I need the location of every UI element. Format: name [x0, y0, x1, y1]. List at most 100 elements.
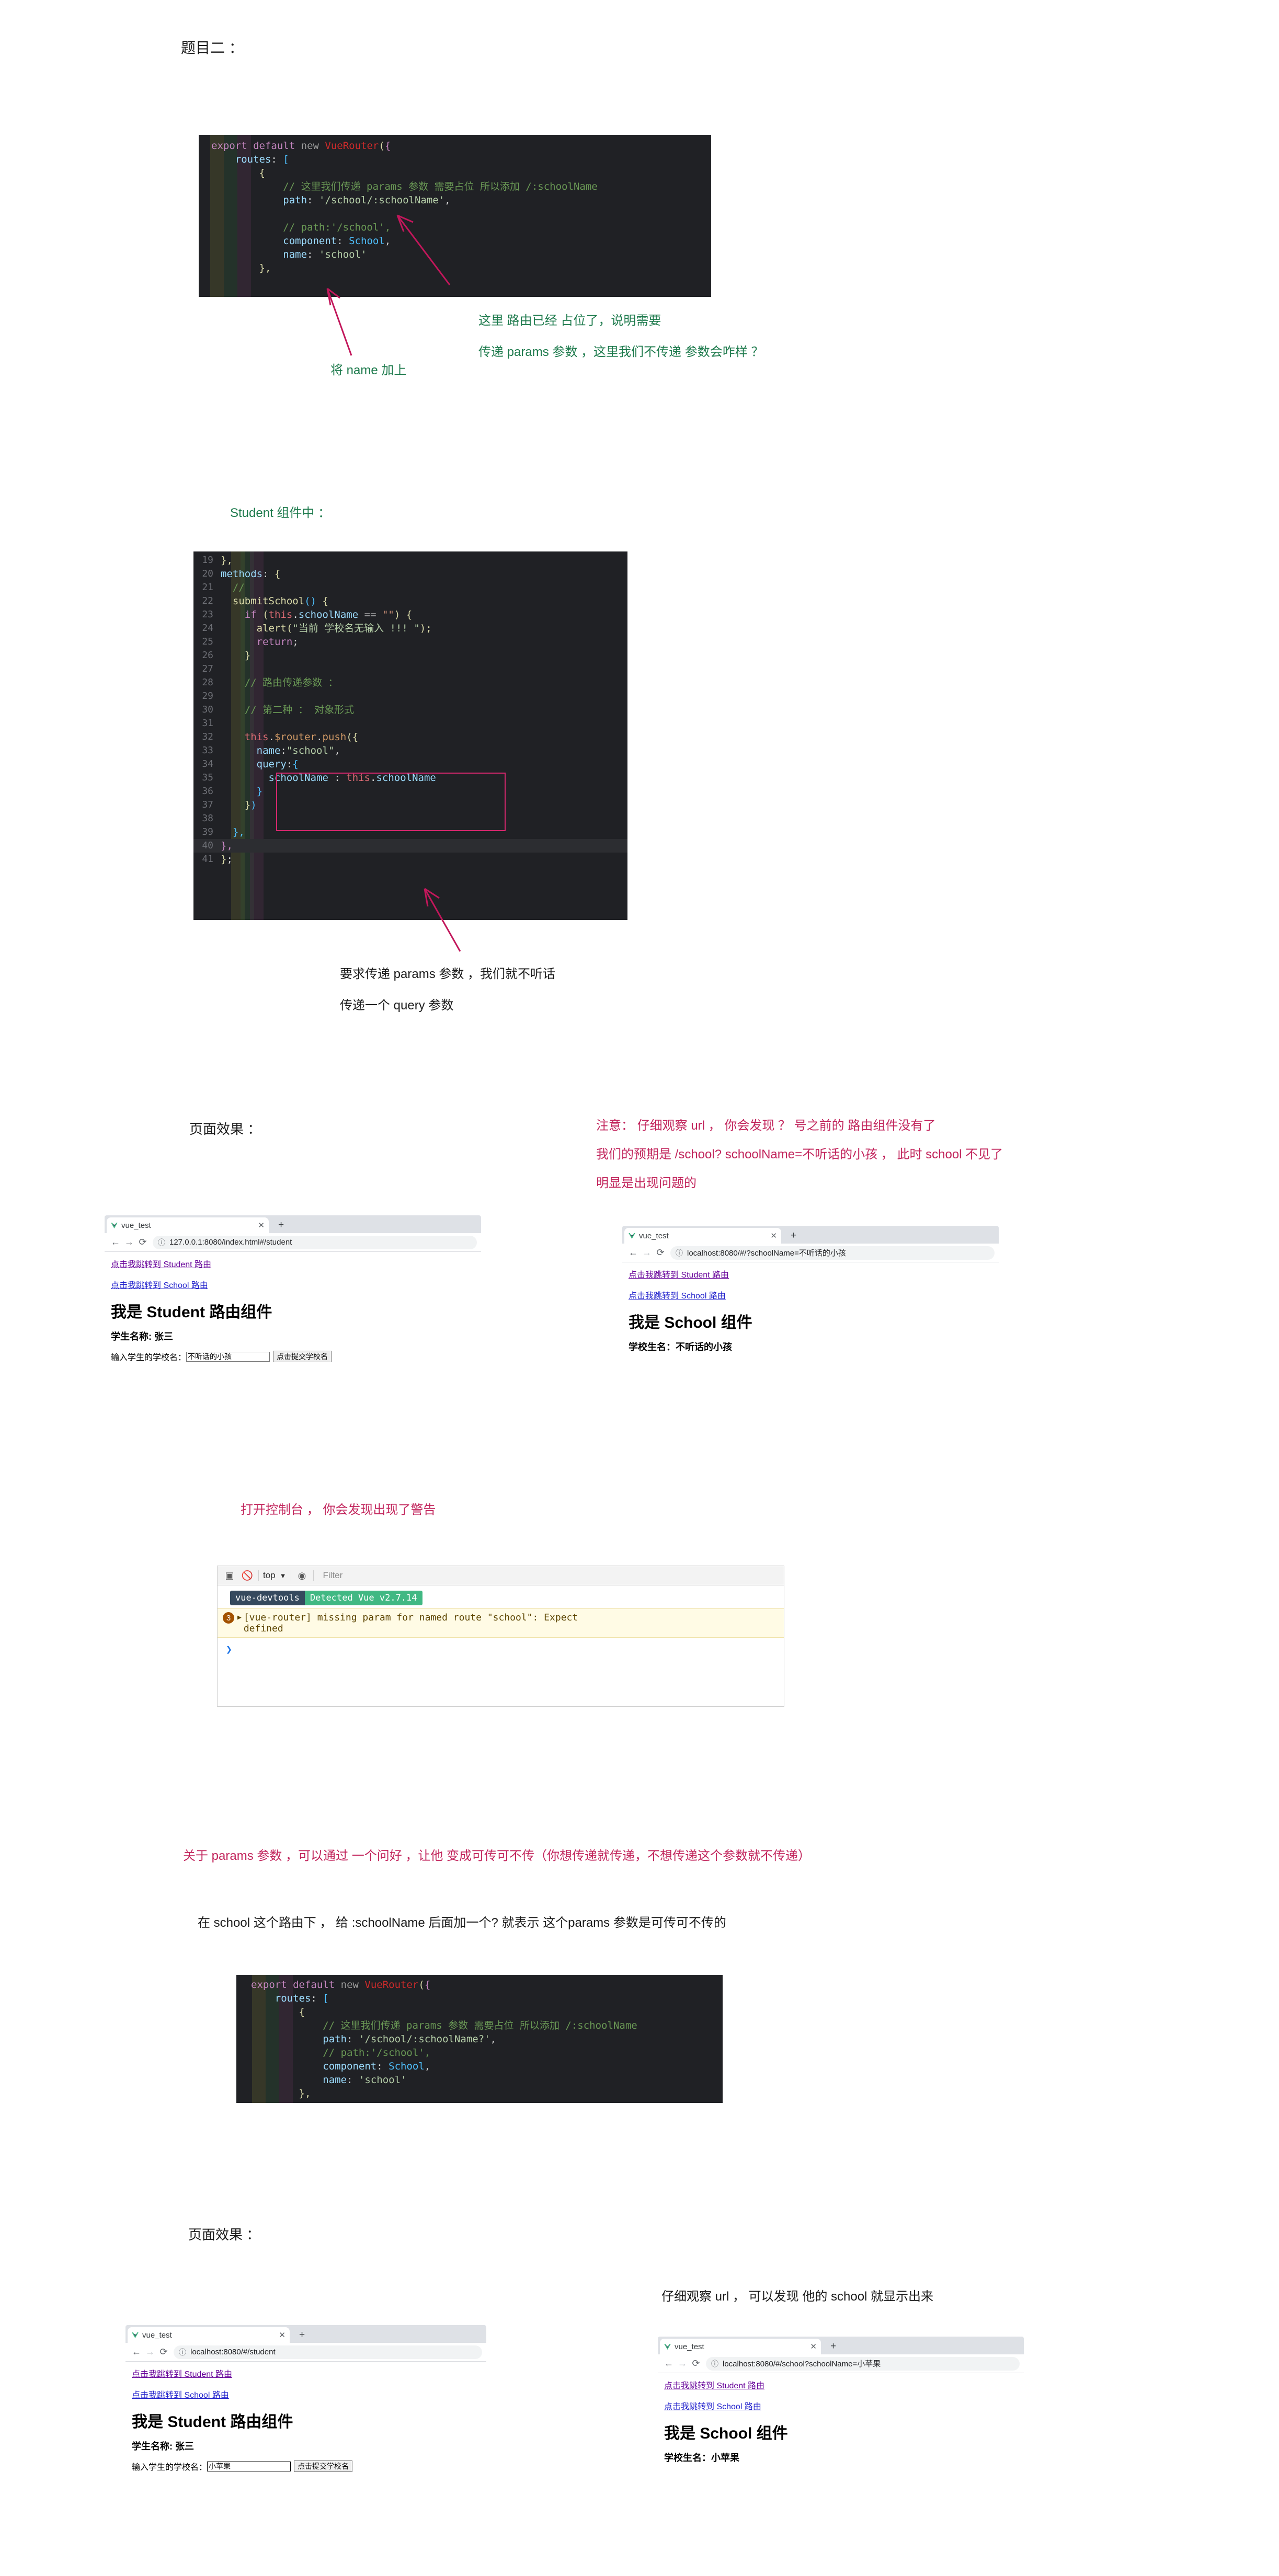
component-heading: 我是 School 组件: [629, 1314, 752, 1331]
tab-close-icon[interactable]: ✕: [765, 1231, 777, 1240]
tab-strip: vue_test ✕ +: [105, 1215, 481, 1233]
console-prompt-icon[interactable]: ❯: [218, 1638, 784, 1655]
warning-text-line1: [vue-router] missing param for named rou…: [243, 1612, 578, 1623]
code-block-router-1: export default new VueRouter({ routes: […: [199, 135, 711, 297]
address-bar-url: 127.0.0.1:8080/index.html#/student: [169, 1238, 292, 1247]
reload-icon[interactable]: ⟳: [689, 2358, 703, 2369]
back-icon[interactable]: ←: [130, 2347, 143, 2358]
address-bar[interactable]: ⓘ 127.0.0.1:8080/index.html#/student: [153, 1235, 477, 1249]
address-bar-url: localhost:8080/#/school?schoolName=小苹果: [723, 2360, 881, 2368]
browser-chrome: vue_test ✕ + ← → ⟳ ⓘ localhost:8080/#/?s…: [622, 1226, 999, 1262]
submit-school-button[interactable]: 点击提交学校名: [273, 1351, 332, 1362]
sidebar-toggle-icon[interactable]: ▣: [221, 1570, 238, 1581]
school-form: 输入学生的学校名： 小苹果 点击提交学校名: [132, 2460, 480, 2472]
link-student-route[interactable]: 点击我跳转到 Student 路由: [629, 1268, 992, 1280]
label-student-component: Student 组件中 ：: [230, 506, 331, 520]
address-bar-url: localhost:8080/#/?schoolName=不听话的小孩: [687, 1249, 846, 1258]
page-content: 点击我跳转到 Student 路由 点击我跳转到 School 路由 我是 St…: [125, 2362, 486, 2476]
note-console: 打开控制台 ， 你会发现出现了警告: [241, 1503, 436, 1517]
context-selector-label[interactable]: top: [261, 1570, 278, 1581]
vue-devtools-badge: vue-devtools Detected Vue v2.7.14: [218, 1585, 784, 1608]
forward-icon[interactable]: →: [122, 1237, 136, 1248]
browser-tab[interactable]: vue_test ✕: [128, 2327, 290, 2343]
browser-tab[interactable]: vue_test ✕: [107, 1217, 269, 1233]
school-form: 输入学生的学校名： 不听话的小孩 点击提交学校名: [111, 1350, 475, 1363]
student-name: 学生名称: 张三: [111, 1331, 173, 1342]
nav-bar: ← → ⟳ ⓘ 127.0.0.1:8080/index.html#/stude…: [105, 1233, 481, 1252]
link-school-route[interactable]: 点击我跳转到 School 路由: [132, 2388, 480, 2400]
badge-value: Detected Vue v2.7.14: [304, 1591, 422, 1605]
browser-tab[interactable]: vue_test ✕: [624, 1228, 781, 1244]
page-content: 点击我跳转到 Student 路由 点击我跳转到 School 路由 我是 St…: [105, 1252, 481, 1366]
tab-close-icon[interactable]: ✕: [273, 2330, 286, 2340]
school-name: 学校生名：小苹果: [664, 2453, 739, 2463]
link-school-route[interactable]: 点击我跳转到 School 路由: [111, 1278, 475, 1291]
forward-icon[interactable]: →: [143, 2347, 157, 2358]
site-info-icon[interactable]: ⓘ: [676, 1248, 683, 1258]
link-student-route[interactable]: 点击我跳转到 Student 路由: [111, 1257, 475, 1270]
new-tab-button[interactable]: +: [830, 2341, 836, 2352]
console-warning-row[interactable]: 3 ▶ [vue-router] missing param for named…: [218, 1608, 784, 1638]
link-student-route[interactable]: 点击我跳转到 Student 路由: [132, 2367, 480, 2379]
site-info-icon[interactable]: ⓘ: [158, 1237, 165, 1248]
code-block-student: 19}, 20 methods: { 21 // 22 submitSchool(…: [193, 551, 627, 920]
forward-icon[interactable]: →: [640, 1247, 654, 1258]
browser-chrome: vue_test ✕ + ← → ⟳ ⓘ localhost:8080/#/sc…: [658, 2337, 1024, 2373]
back-icon[interactable]: ←: [662, 2358, 676, 2369]
tab-strip: vue_test ✕ +: [658, 2337, 1024, 2354]
console-body: vue-devtools Detected Vue v2.7.14 3 ▶ [v…: [218, 1585, 784, 1655]
tab-strip: vue_test ✕ +: [125, 2325, 486, 2343]
student-name: 学生名称: 张三: [132, 2441, 194, 2452]
label-page-effect-1: 页面效果 ：: [189, 1121, 261, 1137]
page-content: 点击我跳转到 Student 路由 点击我跳转到 School 路由 我是 Sc…: [658, 2373, 1024, 2475]
new-tab-button[interactable]: +: [278, 1220, 284, 1231]
browser-window-student-1: vue_test ✕ + ← → ⟳ ⓘ 127.0.0.1:8080/inde…: [105, 1215, 481, 1435]
note-params-1: 要求传递 params 参数 ，我们就不听话: [340, 967, 556, 981]
component-heading: 我是 Student 路由组件: [111, 1304, 272, 1321]
tab-close-icon[interactable]: ✕: [805, 2342, 817, 2351]
address-bar[interactable]: ⓘ localhost:8080/#/school?schoolName=小苹果: [706, 2356, 1020, 2371]
component-heading: 我是 Student 路由组件: [132, 2413, 293, 2431]
note-green-1: 这里 路由已经 占位了，说明需要: [478, 314, 661, 328]
link-school-route[interactable]: 点击我跳转到 School 路由: [629, 1289, 992, 1301]
tab-title: vue_test: [121, 1221, 151, 1230]
new-tab-button[interactable]: +: [791, 1230, 796, 1241]
vue-logo-icon: [132, 2332, 139, 2338]
address-bar[interactable]: ⓘ localhost:8080/#/student: [174, 2345, 482, 2359]
reload-icon[interactable]: ⟳: [136, 1237, 150, 1248]
expand-arrow-icon[interactable]: ▶: [237, 1612, 242, 1622]
browser-chrome: vue_test ✕ + ← → ⟳ ⓘ 127.0.0.1:8080/inde…: [105, 1215, 481, 1252]
tab-title: vue_test: [142, 2330, 172, 2340]
site-info-icon[interactable]: ⓘ: [711, 2359, 718, 2369]
address-bar[interactable]: ⓘ localhost:8080/#/?schoolName=不听话的小孩: [670, 1246, 995, 1260]
browser-tab[interactable]: vue_test ✕: [660, 2339, 821, 2354]
reload-icon[interactable]: ⟳: [654, 1247, 667, 1258]
filter-input[interactable]: Filter: [316, 1570, 343, 1581]
new-tab-button[interactable]: +: [299, 2329, 305, 2341]
devtools-console-panel: ▣ 🚫 top ▼ ◉ Filter vue-devtools Detected…: [217, 1566, 784, 1707]
console-toolbar: ▣ 🚫 top ▼ ◉ Filter: [218, 1566, 784, 1585]
nav-bar: ← → ⟳ ⓘ localhost:8080/#/?schoolName=不听话…: [622, 1244, 999, 1262]
console-settings-eye-icon[interactable]: ◉: [293, 1570, 311, 1581]
link-student-route[interactable]: 点击我跳转到 Student 路由: [664, 2378, 1018, 2391]
tab-close-icon[interactable]: ✕: [253, 1221, 265, 1230]
nav-bar: ← → ⟳ ⓘ localhost:8080/#/school?schoolNa…: [658, 2354, 1024, 2373]
browser-window-school-2: vue_test ✕ + ← → ⟳ ⓘ localhost:8080/#/sc…: [658, 2337, 1024, 2540]
clear-console-icon[interactable]: 🚫: [238, 1570, 256, 1581]
reload-icon[interactable]: ⟳: [157, 2347, 170, 2358]
link-school-route[interactable]: 点击我跳转到 School 路由: [664, 2399, 1018, 2412]
back-icon[interactable]: ←: [109, 1237, 122, 1248]
note-optional-param-2: 在 school 这个路由下 ， 给 :schoolName 后面加一个? 就表…: [198, 1916, 726, 1930]
site-info-icon[interactable]: ⓘ: [179, 2347, 186, 2358]
school-name-input[interactable]: 小苹果: [207, 2461, 291, 2471]
code-block-router-2: export default new VueRouter({ routes: […: [236, 1975, 723, 2103]
browser-window-student-2: vue_test ✕ + ← → ⟳ ⓘ localhost:8080/#/st…: [125, 2325, 486, 2545]
browser-chrome: vue_test ✕ + ← → ⟳ ⓘ localhost:8080/#/st…: [125, 2325, 486, 2362]
submit-school-button[interactable]: 点击提交学校名: [294, 2460, 353, 2472]
school-name-input[interactable]: 不听话的小孩: [186, 1351, 270, 1362]
browser-window-school-1: vue_test ✕ + ← → ⟳ ⓘ localhost:8080/#/?s…: [622, 1226, 999, 1414]
chevron-down-icon[interactable]: ▼: [278, 1572, 289, 1580]
forward-icon[interactable]: →: [676, 2358, 689, 2369]
note-red-1: 注意： 仔细观察 url ， 你会发现 ？ 号之前的 路由组件没有了: [596, 1119, 936, 1133]
back-icon[interactable]: ←: [626, 1247, 640, 1258]
